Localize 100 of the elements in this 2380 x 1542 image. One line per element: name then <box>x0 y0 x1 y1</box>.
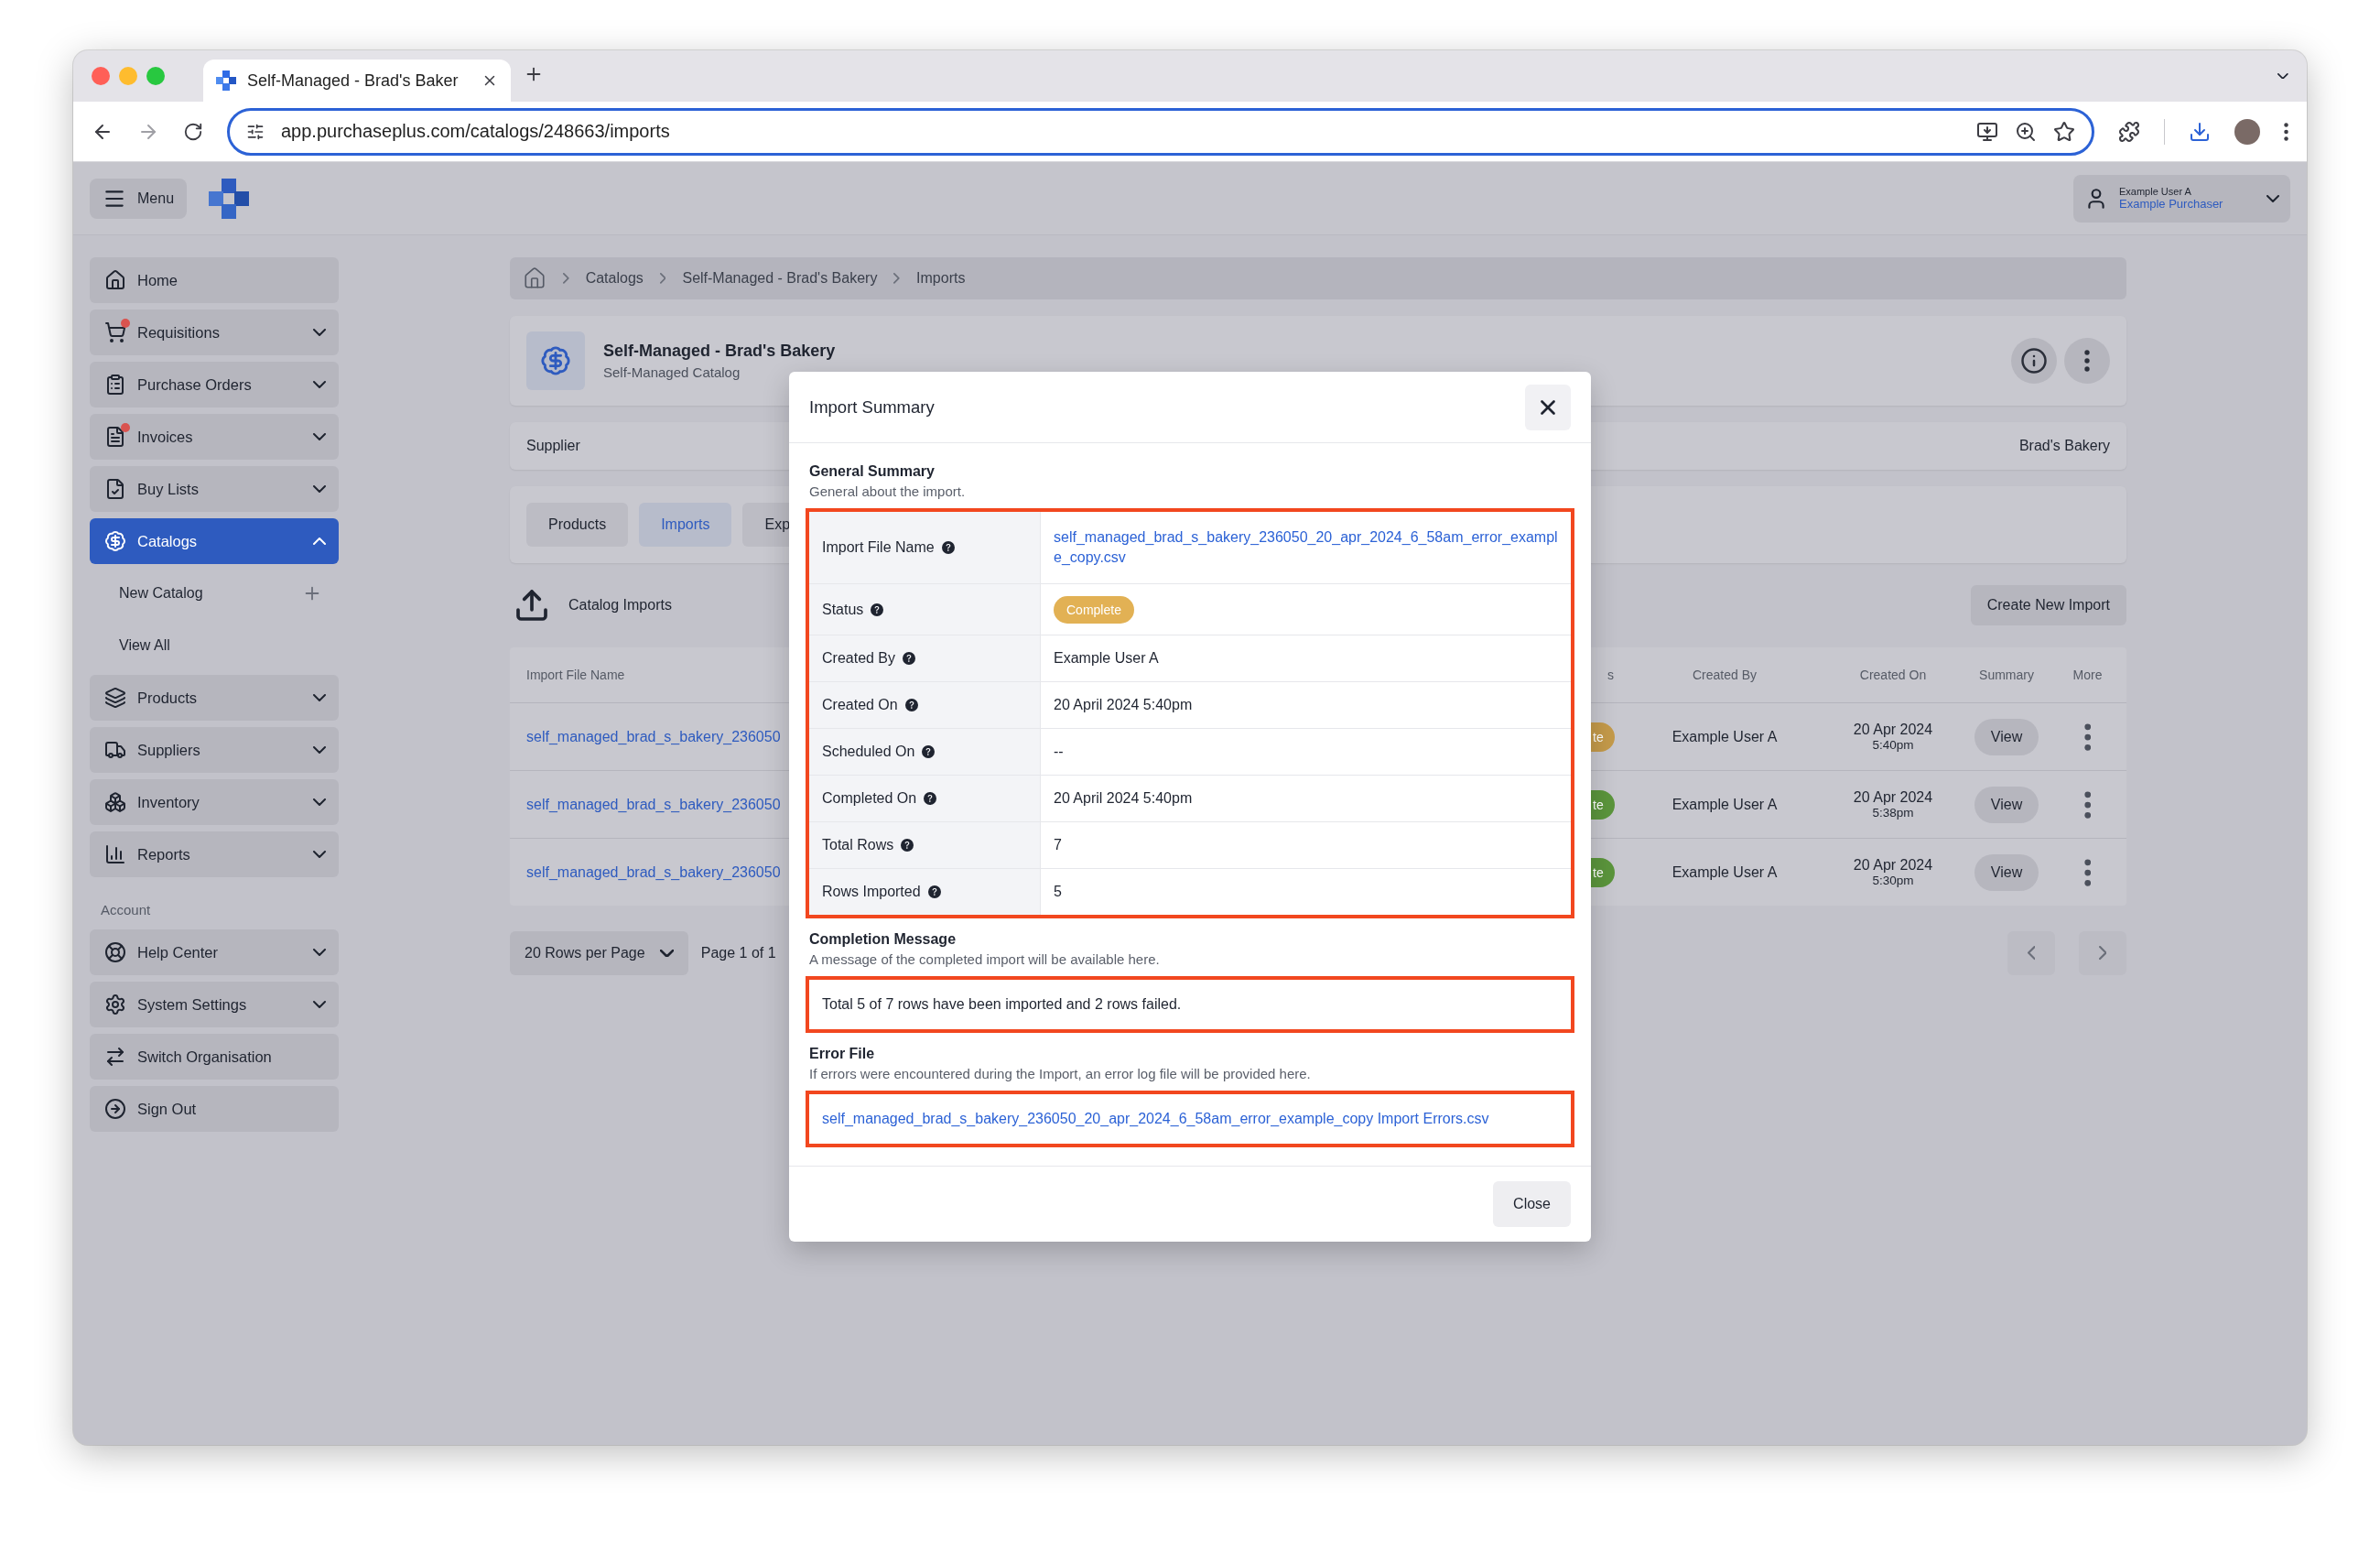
sidebar-item[interactable]: Products <box>90 675 339 721</box>
settings-icon <box>104 994 126 1015</box>
field-label: Created On <box>822 697 898 713</box>
chevron-icon <box>313 433 326 440</box>
catalog-title: Self-Managed - Brad's Bakery <box>603 342 837 361</box>
next-icon <box>2098 946 2107 961</box>
document-icon <box>104 426 126 448</box>
stack-icon <box>104 687 126 709</box>
sign-out-icon <box>104 1098 126 1120</box>
tab[interactable]: Products <box>526 503 629 547</box>
column-header: Summary <box>1979 668 2034 682</box>
info-button[interactable] <box>2011 338 2057 384</box>
view-button[interactable]: View <box>1974 718 2039 755</box>
chevron-icon <box>2266 194 2279 202</box>
file-link[interactable]: self_managed_brad_s_bakery_236050 <box>510 728 789 745</box>
field-value: 5 <box>1054 884 1062 900</box>
field-value: 7 <box>1054 837 1062 853</box>
sidebar-item[interactable]: Requisitions <box>90 309 339 355</box>
sidebar-item[interactable]: Suppliers <box>90 727 339 773</box>
more-button[interactable] <box>2083 722 2092 751</box>
date-text: 20 Apr 2024 <box>1853 789 1933 806</box>
sidebar-subitem[interactable]: View All <box>90 623 339 668</box>
install-icon <box>1976 120 1998 143</box>
page-indicator: Page 1 of 1 <box>700 945 776 961</box>
supplier-label: Supplier <box>526 438 580 454</box>
breadcrumb-link[interactable]: Catalogs <box>585 270 644 287</box>
column-header: s <box>1606 668 1614 682</box>
previous-icon <box>2027 946 2036 961</box>
sidebar-item[interactable]: Invoices <box>90 414 339 460</box>
field-value: -- <box>1054 744 1064 760</box>
home-icon <box>523 266 546 290</box>
user-menu[interactable]: Example User A Example Purchaser <box>2073 174 2290 223</box>
menu-button[interactable]: Menu <box>90 178 188 219</box>
tab[interactable]: Exp <box>742 503 791 547</box>
section-heading: Account <box>100 901 152 919</box>
file-link[interactable]: self_managed_brad_s_bakery_236050 <box>510 863 789 881</box>
help-icon <box>941 541 955 554</box>
help-icon <box>922 745 936 758</box>
kebab-icon <box>2083 722 2092 751</box>
view-button[interactable]: View <box>1974 853 2039 891</box>
info-icon <box>2020 347 2048 375</box>
truck-icon <box>104 739 126 761</box>
sidebar-item[interactable]: Sign Out <box>90 1086 339 1132</box>
sidebar-item[interactable]: Inventory <box>90 779 339 825</box>
rows-per-page-dropdown[interactable]: 20 Rows per Page <box>510 931 688 975</box>
create-import-button[interactable]: Create New Import <box>1970 585 2126 625</box>
browser-tab[interactable]: Self-Managed - Brad's Baker <box>203 60 511 102</box>
error-file-link[interactable]: self_managed_brad_s_bakery_236050_20_apr_2024_6_58am_error_example_copy Import Errors.csv <box>822 1111 1489 1126</box>
field-value: Example User A <box>1054 650 1159 667</box>
cart-icon <box>104 321 126 343</box>
breadcrumb-link[interactable]: Imports <box>916 270 966 287</box>
kebab-icon <box>2083 858 2092 886</box>
profile-avatar[interactable] <box>2234 118 2260 145</box>
sidebar-item[interactable]: Reports <box>90 831 339 877</box>
help-icon <box>924 792 937 805</box>
completion-message: Total 5 of 7 rows have been imported and 2 rows failed. <box>822 996 1182 1012</box>
menu-icon <box>2284 122 2288 141</box>
sidebar-item[interactable]: Catalogs <box>90 518 339 564</box>
kebab-icon <box>2083 790 2092 819</box>
dollar-badge-icon <box>526 331 585 390</box>
more-button[interactable] <box>2083 790 2092 819</box>
sidebar-item[interactable]: Switch Organisation <box>90 1034 339 1080</box>
field-label: Import File Name <box>822 539 935 556</box>
more-button[interactable] <box>2064 338 2110 384</box>
sidebar-item[interactable]: Help Center <box>90 929 339 975</box>
table-cell: Example User A <box>1671 863 1778 881</box>
sidebar-item[interactable]: Buy Lists <box>90 466 339 512</box>
address-bar[interactable]: app.purchaseplus.com/catalogs/248663/imports <box>227 107 2094 156</box>
column-header: Created On <box>1859 668 1927 682</box>
file-link[interactable]: self_managed_brad_s_bakery_236050_20_apr_2024_6_58am_error_example_copy.csv <box>1054 527 1558 569</box>
section-heading: General Summary <box>808 463 936 480</box>
chevron-icon <box>659 273 666 284</box>
section-description: If errors were encountered during the Import, an error log file will be provided here. <box>808 1066 1312 1081</box>
section-heading: Error File <box>808 1046 876 1062</box>
close-button[interactable]: Close <box>1493 1181 1571 1227</box>
help-icon <box>927 885 941 898</box>
sidebar-subitem[interactable]: New Catalog <box>90 570 339 616</box>
view-button[interactable]: View <box>1974 786 2039 823</box>
table-cell: Example User A <box>1671 728 1778 745</box>
close-button[interactable] <box>1525 384 1571 430</box>
status-badge: te <box>1591 789 1615 820</box>
more-button[interactable] <box>2083 858 2092 886</box>
time-text: 5:38pm <box>1872 806 1914 820</box>
sidebar-item[interactable]: System Settings <box>90 982 339 1027</box>
breadcrumb-link[interactable]: Self-Managed - Brad's Bakery <box>682 270 878 287</box>
sidebar-item[interactable]: Home <box>90 257 339 303</box>
upload-icon <box>514 587 550 624</box>
help-icon <box>871 603 884 616</box>
chevron-icon <box>313 694 326 701</box>
field-label: Total Rows <box>822 837 894 853</box>
supplier-value: Brad's Bakery <box>2018 438 2110 454</box>
home-icon <box>104 269 126 291</box>
star-icon <box>2053 120 2075 143</box>
sidebar-item[interactable]: Purchase Orders <box>90 362 339 407</box>
logo-icon <box>216 71 236 91</box>
file-link[interactable]: self_managed_brad_s_bakery_236050 <box>510 796 789 813</box>
field-label: Rows Imported <box>822 884 921 900</box>
field-label: Completed On <box>822 790 917 807</box>
swap-arrows-icon <box>104 1046 126 1068</box>
field-value: 20 April 2024 5:40pm <box>1054 697 1193 713</box>
